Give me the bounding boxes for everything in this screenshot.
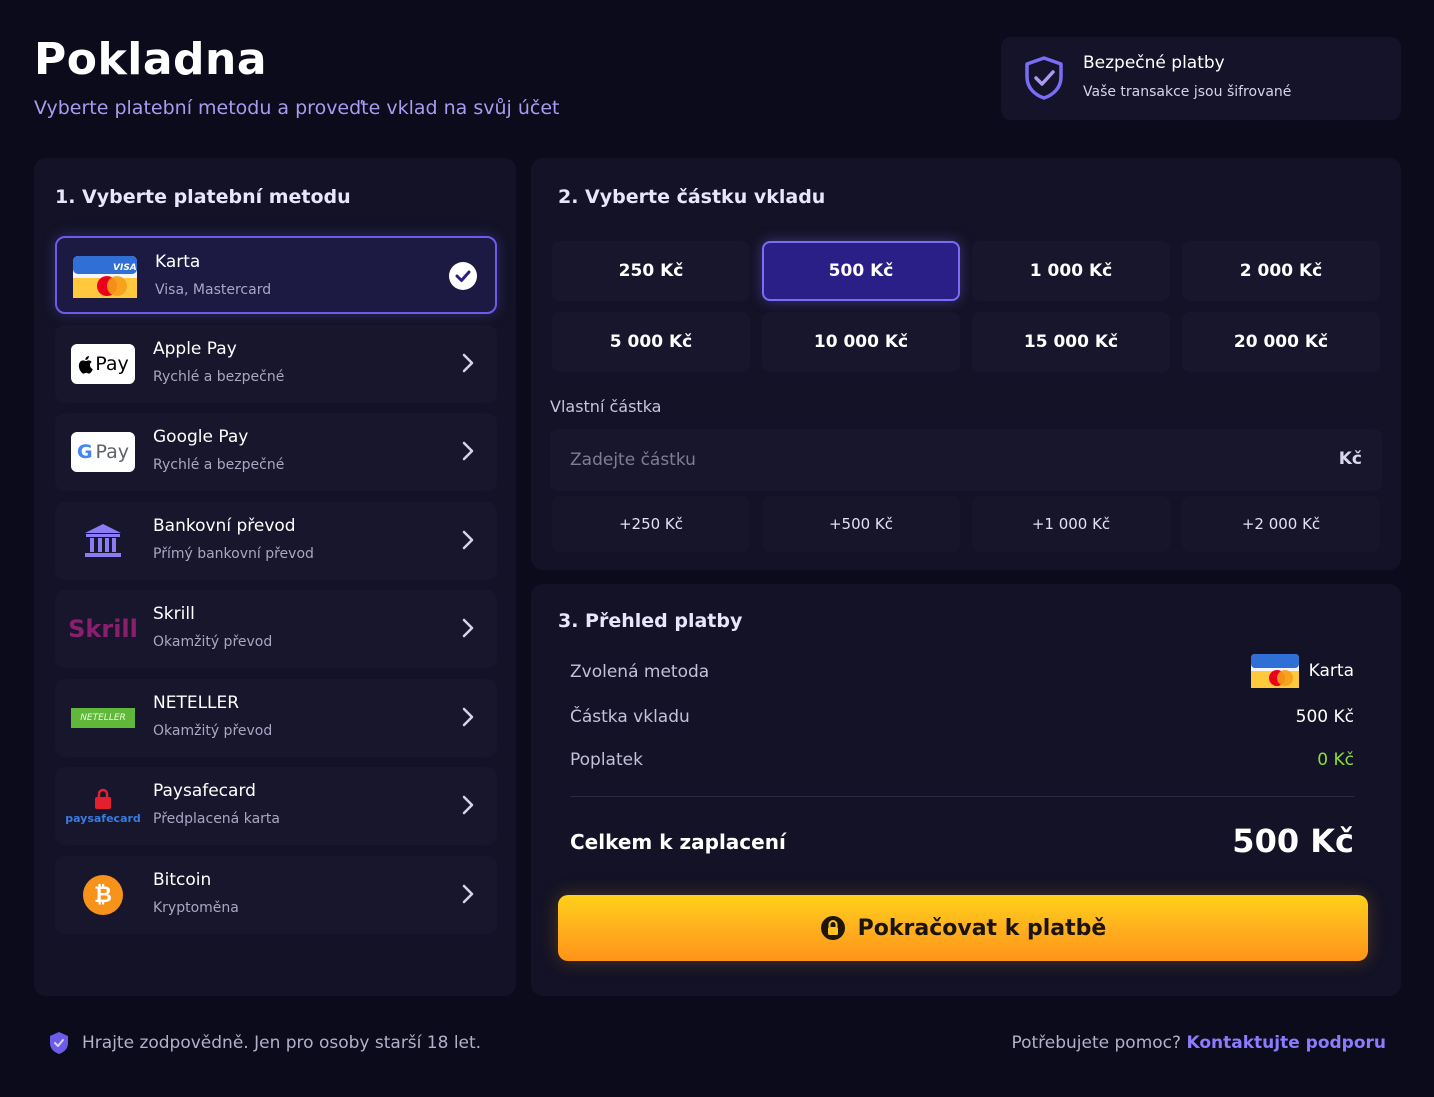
method-skrill[interactable]: Skrill Skrill Okamžitý převod (55, 590, 497, 668)
chevron-right-icon (462, 795, 474, 815)
quick-add-button[interactable]: +1 000 Kč (972, 496, 1170, 552)
contact-support-link[interactable]: Kontaktujte podporu (1186, 1033, 1386, 1053)
deposit-amount-label: Částka vkladu (570, 707, 690, 727)
selected-method-label: Zvolená metoda (570, 662, 710, 682)
method-desc: Rychlé a bezpečné (153, 457, 285, 473)
chevron-right-icon (462, 884, 474, 904)
page-title: Pokladna (34, 34, 268, 85)
amount-option[interactable]: 5 000 Kč (552, 312, 750, 372)
fee-value: 0 Kč (1317, 750, 1354, 770)
lock-icon (820, 916, 845, 940)
skrill-icon: Skrill (68, 615, 138, 643)
method-desc: Rychlé a bezpečné (153, 369, 285, 385)
secure-subtitle: Vaše transakce jsou šifrované (1083, 84, 1292, 100)
method-name: Paysafecard (153, 781, 256, 801)
shield-check-icon (50, 1032, 68, 1054)
method-name: Bitcoin (153, 870, 212, 890)
card-icon (1250, 654, 1299, 688)
method-name: Karta (155, 252, 201, 272)
summary-panel: 3. Přehled platby Zvolená metoda Karta Č… (531, 584, 1401, 996)
responsible-gaming-note: Hrajte zodpovědně. Jen pro osoby starší … (48, 1031, 481, 1055)
selected-method-value: Karta (1250, 654, 1354, 688)
method-desc: Přímý bankovní převod (153, 546, 314, 562)
apple-pay-icon: Pay (71, 342, 135, 386)
amount-option[interactable]: 20 000 Kč (1182, 312, 1380, 372)
custom-amount-input[interactable] (550, 429, 1310, 491)
chevron-right-icon (462, 530, 474, 550)
method-neteller[interactable]: NETELLER NETELLER Okamžitý převod (55, 679, 497, 757)
divider (570, 796, 1354, 797)
card-icon: VISA (73, 255, 137, 299)
amount-heading: 2. Vyberte částku vkladu (558, 186, 826, 208)
chevron-right-icon (462, 618, 474, 638)
quick-add-button[interactable]: +250 Kč (552, 496, 750, 552)
check-icon (449, 262, 477, 290)
method-desc: Předplacená karta (153, 811, 280, 827)
continue-to-payment-button[interactable]: Pokračovat k platbě (558, 895, 1368, 961)
method-card[interactable]: VISA Karta Visa, Mastercard (55, 236, 497, 314)
method-desc: Okamžitý převod (153, 723, 273, 739)
google-pay-icon: G Pay (71, 430, 135, 474)
method-google-pay[interactable]: G Pay Google Pay Rychlé a bezpečné (55, 413, 497, 491)
method-bank-transfer[interactable]: Bankovní převod Přímý bankovní převod (55, 502, 497, 580)
help-section: Potřebujete pomoc? Kontaktujte podporu (1011, 1033, 1386, 1053)
method-name: Bankovní převod (153, 516, 296, 536)
custom-amount-field: Kč (550, 429, 1382, 491)
chevron-right-icon (462, 441, 474, 461)
shield-check-icon (1025, 56, 1063, 100)
paysafecard-icon: paysafecard (65, 784, 141, 828)
amount-option[interactable]: 15 000 Kč (972, 312, 1170, 372)
chevron-right-icon (462, 353, 474, 373)
chevron-right-icon (462, 707, 474, 727)
neteller-icon: NETELLER (71, 696, 135, 740)
quick-add-button[interactable]: +500 Kč (762, 496, 960, 552)
method-name: Google Pay (153, 427, 249, 447)
secure-title: Bezpečné platby (1083, 53, 1225, 73)
method-name: Skrill (153, 604, 195, 624)
card-logo-text: VISA (113, 263, 137, 273)
deposit-amount-value: 500 Kč (1295, 707, 1354, 727)
responsible-text: Hrajte zodpovědně. Jen pro osoby starší … (82, 1033, 482, 1053)
bank-icon (71, 519, 135, 563)
fee-label: Poplatek (570, 750, 643, 770)
method-desc: Visa, Mastercard (155, 282, 272, 298)
amount-option-selected[interactable]: 500 Kč (762, 241, 960, 301)
method-apple-pay[interactable]: Pay Apple Pay Rychlé a bezpečné (55, 325, 497, 403)
method-bitcoin[interactable]: ₿ Bitcoin Kryptoměna (55, 856, 497, 934)
page-subtitle: Vyberte platební metodu a proveďte vklad… (34, 97, 560, 119)
methods-heading: 1. Vyberte platební metodu (55, 186, 351, 208)
total-value: 500 Kč (1232, 822, 1354, 860)
payment-methods-panel: 1. Vyberte platební metodu VISA Karta Vi… (34, 158, 516, 996)
continue-button-label: Pokračovat k platbě (857, 915, 1107, 941)
amount-option[interactable]: 1 000 Kč (972, 241, 1170, 301)
currency-label: Kč (1338, 449, 1362, 469)
method-name: Apple Pay (153, 339, 237, 359)
summary-heading: 3. Přehled platby (558, 610, 743, 632)
help-text: Potřebujete pomoc? (1011, 1033, 1182, 1053)
quick-add-button[interactable]: +2 000 Kč (1182, 496, 1380, 552)
total-label: Celkem k zaplacení (570, 830, 786, 854)
bitcoin-icon: ₿ (71, 873, 135, 917)
custom-amount-label: Vlastní částka (550, 397, 662, 416)
method-desc: Okamžitý převod (153, 634, 273, 650)
amount-option[interactable]: 10 000 Kč (762, 312, 960, 372)
secure-payments-badge: Bezpečné platby Vaše transakce jsou šifr… (1001, 37, 1401, 120)
method-name: NETELLER (153, 693, 240, 713)
method-desc: Kryptoměna (153, 900, 239, 916)
amount-option[interactable]: 2 000 Kč (1182, 241, 1380, 301)
method-paysafecard[interactable]: paysafecard Paysafecard Předplacená kart… (55, 767, 497, 845)
amount-option[interactable]: 250 Kč (552, 241, 750, 301)
amount-panel: 2. Vyberte částku vkladu 250 Kč 500 Kč 1… (531, 158, 1401, 570)
